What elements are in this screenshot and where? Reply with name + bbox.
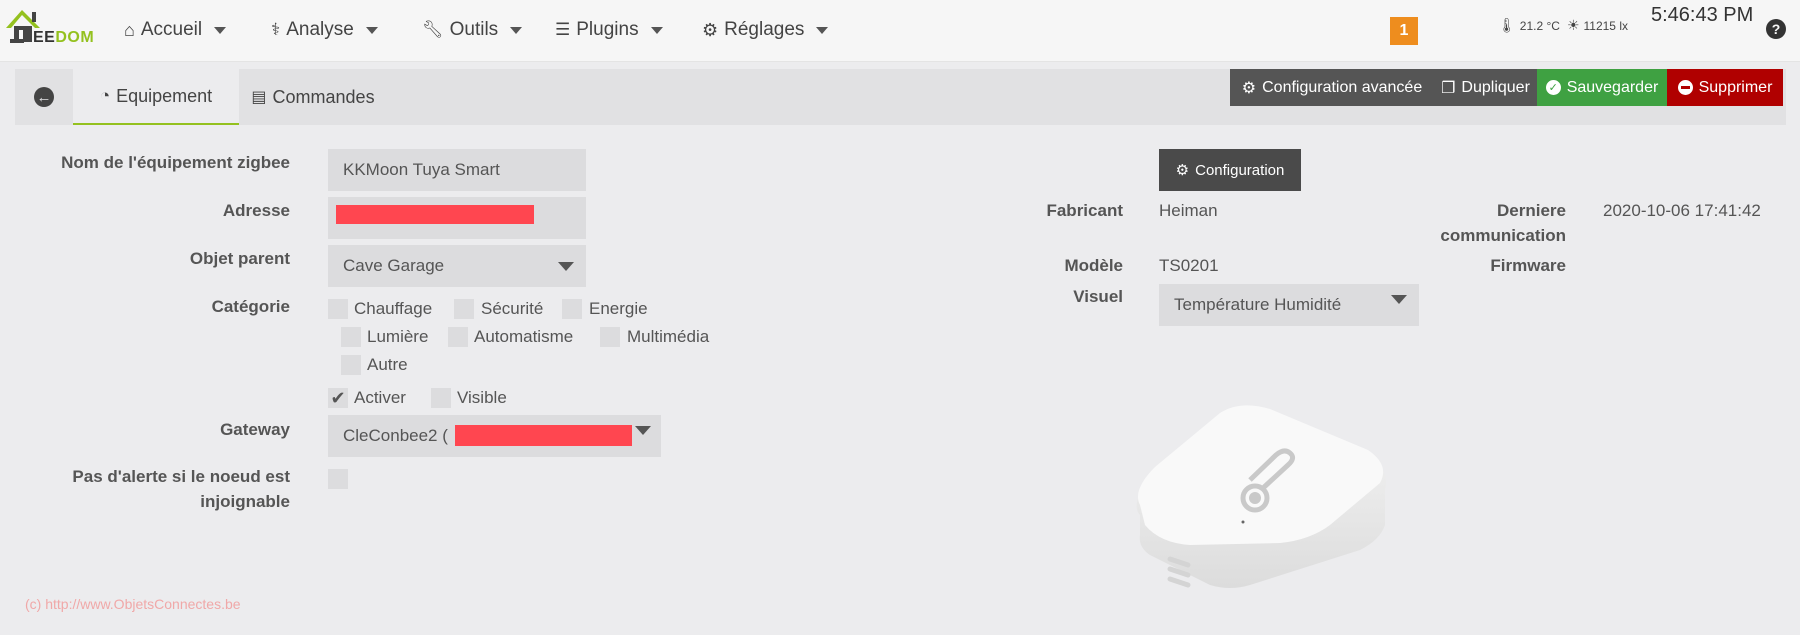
category-checkbox-chauffage[interactable]	[328, 299, 348, 319]
category-checkbox-energie[interactable]	[562, 299, 582, 319]
nav-reglages[interactable]: ⚙ Réglages	[702, 17, 829, 43]
caret-down-icon	[816, 26, 829, 34]
visual-select[interactable]: Température Humidité	[1159, 284, 1419, 326]
visible-checkbox[interactable]	[431, 388, 451, 408]
tab-equipement[interactable]: ◔ Equipement	[73, 69, 239, 125]
model-label: Modèle	[1064, 256, 1123, 275]
gateway-label: Gateway	[220, 420, 290, 439]
no-alert-checkbox[interactable]	[328, 469, 348, 489]
category-label-lumiere: Lumière	[367, 327, 429, 346]
manufacturer-value: Heiman	[1159, 201, 1218, 220]
cogs-icon: ⚙	[1241, 79, 1257, 97]
nav-plugins[interactable]: ☰ Plugins	[555, 17, 663, 43]
parent-object-label: Objet parent	[189, 249, 290, 268]
caret-down-icon	[214, 26, 227, 34]
checkmark-icon: ✔	[330, 387, 346, 408]
gear-icon: ⚙	[702, 19, 719, 40]
tasks-list-icon: ☰	[555, 20, 571, 39]
minus-circle-icon	[1677, 80, 1693, 95]
caret-down-icon	[558, 262, 574, 271]
caret-down-icon	[365, 26, 378, 34]
luminosity-value: 11215 lx	[1583, 18, 1628, 33]
caret-down-icon	[510, 26, 523, 34]
stethoscope-icon: ⚕	[271, 20, 281, 39]
category-label-automatisme: Automatisme	[474, 327, 574, 346]
no-alert-label: Pas d'alerte si le noeud est injoignable	[72, 467, 290, 511]
thermometer-icon: 🌡︎	[1498, 17, 1516, 33]
temperature-value: 21.2 °C	[1519, 18, 1560, 33]
nav-accueil[interactable]: ⌂ Accueil	[124, 17, 227, 43]
notification-badge[interactable]: 1	[1390, 17, 1418, 45]
category-checkbox-lumiere[interactable]	[341, 327, 361, 347]
nav-analyse[interactable]: ⚕ Analyse	[271, 17, 378, 43]
category-label-securite: Sécurité	[481, 299, 544, 318]
visible-label: Visible	[457, 388, 507, 407]
help-icon[interactable]: ?	[1766, 19, 1786, 39]
save-button[interactable]: ✓ Sauvegarder	[1537, 69, 1667, 106]
delete-button[interactable]: Supprimer	[1667, 69, 1783, 106]
model-value: TS0201	[1159, 256, 1219, 275]
category-checkbox-automatisme[interactable]	[448, 327, 468, 347]
category-label-chauffage: Chauffage	[354, 299, 433, 318]
device-image	[1110, 395, 1400, 595]
last-communication-value: 2020-10-06 17:41:42	[1603, 201, 1761, 220]
visual-label: Visuel	[1073, 287, 1123, 306]
tab-commandes[interactable]: ▤ Commandes	[239, 69, 387, 125]
list-icon: ▤	[251, 89, 267, 106]
category-label: Catégorie	[211, 297, 290, 316]
top-navbar: EEDOM ⌂ Accueil ⚕ Analyse 🔧︎ Outils ☰ Pl…	[0, 0, 1800, 62]
last-communication-label: Derniere communication	[1440, 201, 1566, 245]
sun-icon: ☀	[1566, 17, 1580, 33]
logo-text: EEDOM	[33, 29, 95, 46]
category-label-energie: Energie	[589, 299, 648, 318]
advanced-config-button[interactable]: ⚙ Configuration avancée	[1230, 69, 1434, 106]
address-label: Adresse	[222, 201, 290, 220]
firmware-label: Firmware	[1490, 256, 1566, 275]
enable-checkbox[interactable]: ✔	[328, 388, 348, 408]
enable-label: Activer	[354, 388, 406, 407]
copy-icon: ❐	[1441, 79, 1456, 97]
home-icon: ⌂	[124, 19, 135, 40]
name-label: Nom de l'équipement zigbee	[61, 153, 290, 172]
dashboard-icon: ◔	[99, 86, 111, 105]
caret-down-icon	[1391, 295, 1407, 304]
jeedom-logo[interactable]: EEDOM	[4, 6, 100, 48]
category-label-multimedia: Multimédia	[627, 327, 710, 346]
category-checkbox-multimedia[interactable]	[600, 327, 620, 347]
weather-widget: 🌡︎ 21.2 °C ☀ 11215 lx	[1498, 17, 1628, 34]
manufacturer-label: Fabricant	[1046, 201, 1123, 220]
wrench-icon: 🔧︎	[422, 20, 444, 39]
back-button[interactable]: ←	[15, 69, 73, 125]
redacted-address	[336, 205, 534, 224]
check-circle-icon: ✓	[1545, 80, 1561, 95]
cogs-icon: ⚙	[1175, 162, 1190, 179]
duplicate-button[interactable]: ❐ Dupliquer	[1434, 69, 1537, 106]
category-checkbox-autre[interactable]	[341, 355, 361, 375]
caret-down-icon	[635, 426, 651, 435]
clock: 5:46:43 PM	[1651, 4, 1754, 26]
category-checkbox-securite[interactable]	[454, 299, 474, 319]
nav-outils[interactable]: 🔧︎ Outils	[422, 17, 523, 43]
configuration-button[interactable]: ⚙ Configuration	[1159, 149, 1301, 191]
caret-down-icon	[650, 26, 663, 34]
parent-object-select[interactable]: Cave Garage	[328, 245, 586, 287]
name-input[interactable]: KKMoon Tuya Smart	[328, 149, 586, 191]
category-label-autre: Autre	[367, 355, 408, 374]
watermark: (c) http://www.ObjetsConnectes.be	[25, 596, 241, 612]
redacted-gateway	[455, 425, 632, 446]
arrow-circle-left-icon: ←	[34, 87, 54, 107]
